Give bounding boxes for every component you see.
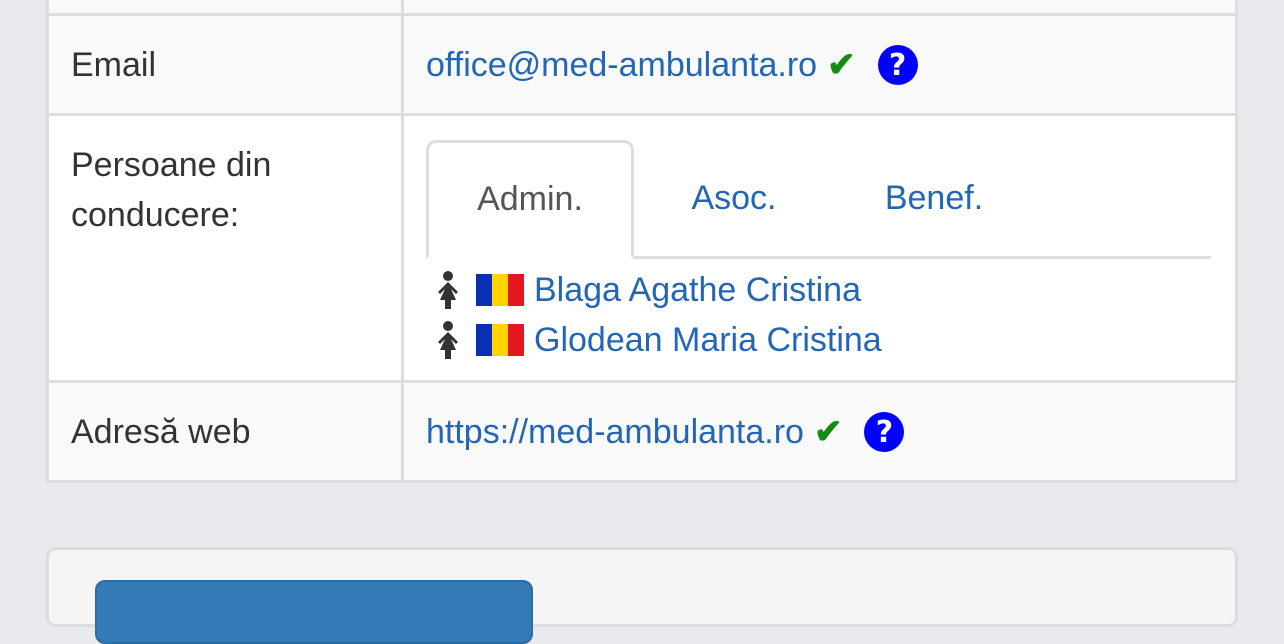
email-value-cell: office@med-ambulanta.ro ✔ ? bbox=[404, 16, 1235, 113]
question-circle-icon[interactable]: ? bbox=[877, 45, 918, 85]
leadership-value-cell: Admin. Asoc. Benef. Blaga Agathe Cristin… bbox=[404, 116, 1235, 380]
romania-flag bbox=[476, 274, 524, 306]
female-icon bbox=[434, 270, 462, 310]
leadership-tabs: Admin. Asoc. Benef. bbox=[426, 140, 1211, 259]
website-link[interactable]: https://med-ambulanta.ro bbox=[426, 413, 804, 452]
table-cell-label bbox=[49, 0, 404, 13]
email-link[interactable]: office@med-ambulanta.ro bbox=[426, 46, 817, 85]
tab-asoc[interactable]: Asoc. bbox=[634, 140, 834, 256]
question-circle-icon[interactable]: ? bbox=[864, 412, 905, 452]
check-icon: ✔ bbox=[813, 413, 843, 451]
email-label: Email bbox=[49, 16, 404, 113]
table-row-leadership: Persoane din conducere: Admin. Asoc. Ben… bbox=[49, 116, 1235, 383]
leadership-label: Persoane din conducere: bbox=[49, 116, 404, 380]
female-icon bbox=[434, 320, 462, 360]
person-link[interactable]: Glodean Maria Cristina bbox=[534, 321, 882, 360]
table-row-web: Adresă web https://med-ambulanta.ro ✔ ? bbox=[49, 383, 1235, 483]
table-cell-value bbox=[404, 0, 1235, 13]
web-label: Adresă web bbox=[49, 383, 404, 480]
list-item: Glodean Maria Cristina bbox=[426, 315, 1235, 365]
romania-flag bbox=[476, 324, 524, 356]
company-details-table: Email office@med-ambulanta.ro ✔ ? Persoa… bbox=[46, 0, 1238, 483]
person-link[interactable]: Blaga Agathe Cristina bbox=[534, 271, 861, 310]
primary-button[interactable] bbox=[95, 580, 533, 644]
table-row-previous bbox=[49, 0, 1235, 16]
check-icon: ✔ bbox=[827, 46, 856, 84]
table-row-email: Email office@med-ambulanta.ro ✔ ? bbox=[49, 16, 1235, 116]
persons-list: Blaga Agathe Cristina Glodean Maria Cris… bbox=[426, 259, 1235, 365]
tab-admin[interactable]: Admin. bbox=[426, 140, 634, 259]
action-panel bbox=[46, 547, 1238, 644]
web-value-cell: https://med-ambulanta.ro ✔ ? bbox=[404, 383, 1235, 480]
list-item: Blaga Agathe Cristina bbox=[426, 265, 1235, 315]
tab-benef[interactable]: Benef. bbox=[834, 140, 1034, 256]
